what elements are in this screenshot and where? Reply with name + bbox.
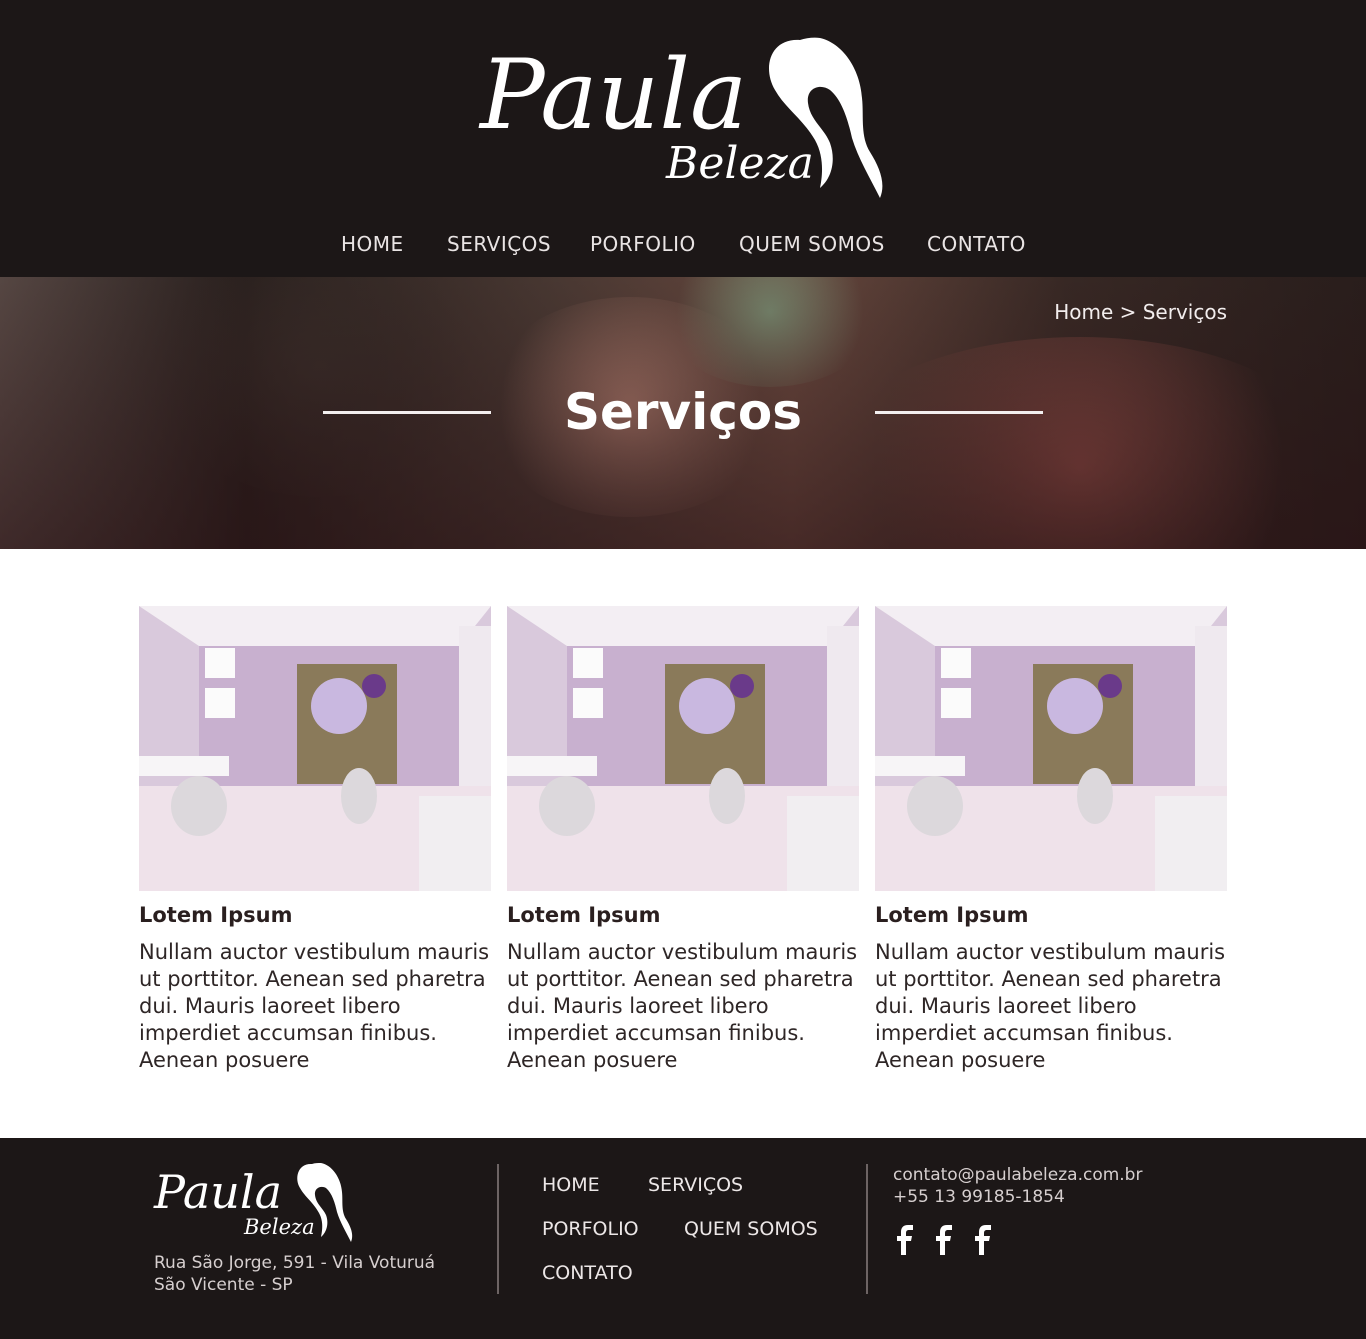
- footer-nav-porfolio[interactable]: PORFOLIO: [542, 1218, 639, 1240]
- footer-nav-home[interactable]: HOME: [542, 1174, 600, 1196]
- address-line: Rua São Jorge, 591 - Vila Voturuá: [154, 1253, 436, 1273]
- service-card[interactable]: Lotem Ipsum Nullam auctor vestibulum mau…: [507, 606, 859, 1074]
- service-title: Lotem Ipsum: [875, 903, 1029, 927]
- svg-text:Beleza: Beleza: [243, 1215, 315, 1239]
- service-title: Lotem Ipsum: [507, 903, 661, 927]
- footer-address: Rua São Jorge, 591 - Vila Voturuá São Vi…: [154, 1252, 435, 1296]
- service-description: Nullam auctor vestibulum mauris ut portt…: [139, 940, 490, 1072]
- facebook-icon[interactable]: [932, 1224, 958, 1256]
- address-city: São Vicente - SP: [154, 1275, 293, 1295]
- breadcrumb[interactable]: Home > Serviços: [1054, 300, 1227, 324]
- brand-logo[interactable]: Paula Beleza: [470, 28, 900, 208]
- nav-quem-somos[interactable]: QUEM SOMOS: [739, 232, 885, 256]
- nav-porfolio[interactable]: PORFOLIO: [590, 232, 696, 256]
- service-image: [875, 606, 1227, 891]
- service-card[interactable]: Lotem Ipsum Nullam auctor vestibulum mau…: [875, 606, 1227, 1074]
- contact-phone[interactable]: +55 13 99185-1854: [893, 1186, 1142, 1208]
- facebook-icon[interactable]: [893, 1224, 919, 1256]
- service-image: [139, 606, 491, 891]
- footer-divider: [497, 1164, 499, 1294]
- footer-nav-contato[interactable]: CONTATO: [542, 1262, 633, 1284]
- nav-contato[interactable]: CONTATO: [927, 232, 1026, 256]
- service-description: Nullam auctor vestibulum mauris ut portt…: [507, 940, 858, 1072]
- service-title: Lotem Ipsum: [139, 903, 293, 927]
- nav-servicos[interactable]: SERVIÇOS: [447, 232, 551, 256]
- footer-nav-quem-somos[interactable]: QUEM SOMOS: [684, 1218, 818, 1240]
- nav-home[interactable]: HOME: [341, 232, 404, 256]
- footer-logo[interactable]: Paula Beleza: [150, 1158, 360, 1250]
- svg-text:Paula: Paula: [478, 39, 747, 151]
- svg-text:Paula: Paula: [153, 1165, 282, 1219]
- footer-nav-servicos[interactable]: SERVIÇOS: [648, 1174, 743, 1196]
- hero-banner: Home > Serviços Serviços: [0, 277, 1366, 549]
- page-title: Serviços: [563, 383, 803, 441]
- site-header: Paula Beleza HOME SERVIÇOS PORFOLIO QUEM…: [0, 0, 1366, 277]
- footer-contact: contato@paulabeleza.com.br +55 13 99185-…: [893, 1164, 1142, 1208]
- main-nav: HOME SERVIÇOS PORFOLIO QUEM SOMOS CONTAT…: [0, 226, 1366, 266]
- contact-email[interactable]: contato@paulabeleza.com.br: [893, 1164, 1142, 1186]
- site-footer: Paula Beleza Rua São Jorge, 591 - Vila V…: [0, 1138, 1366, 1339]
- service-description: Nullam auctor vestibulum mauris ut portt…: [875, 940, 1226, 1072]
- footer-divider: [866, 1164, 868, 1294]
- service-image: [507, 606, 859, 891]
- service-card[interactable]: Lotem Ipsum Nullam auctor vestibulum mau…: [139, 606, 491, 1074]
- facebook-icon[interactable]: [971, 1224, 997, 1256]
- svg-text:Beleza: Beleza: [665, 138, 814, 189]
